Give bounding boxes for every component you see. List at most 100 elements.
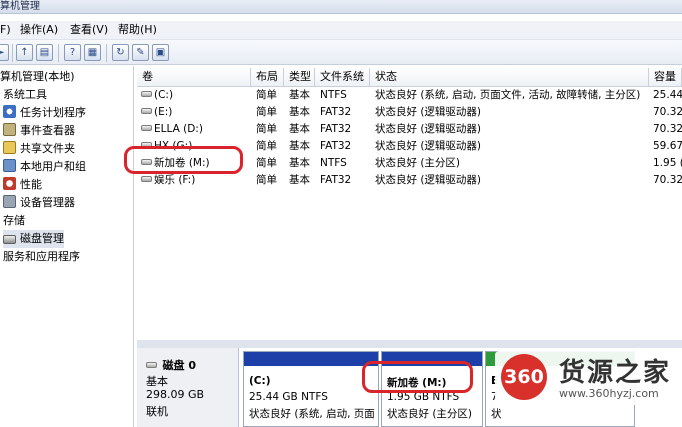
volume-layout: 简单 — [256, 140, 277, 152]
disk-name-text: 磁盘 0 — [162, 359, 196, 372]
volume-layout: 简单 — [256, 89, 277, 101]
tree-item-device-manager[interactable]: 设备管理器 — [3, 194, 75, 212]
watermark: 360 货源之家 www.360hyzj.com — [495, 351, 682, 405]
disk-label[interactable]: 磁盘 0 基本 298.09 GB 联机 — [137, 348, 239, 427]
settings-icon[interactable]: ✎ — [132, 44, 149, 61]
toolbar-separator — [12, 44, 13, 62]
column-header-status[interactable]: 状态 — [370, 68, 649, 87]
tree-label: 共享文件夹 — [20, 142, 75, 155]
up-folder-icon[interactable]: ↑ — [16, 44, 33, 61]
table-row[interactable]: (E:) 简单 基本 FAT32 状态良好 (逻辑驱动器) 70.32 — [137, 104, 682, 121]
tree-item-storage[interactable]: 存储 — [3, 212, 25, 230]
volume-status: 状态良好 (逻辑驱动器) — [375, 123, 482, 135]
volume-capacity: 25.44 — [653, 89, 682, 101]
volume-name: (C:) — [141, 87, 173, 104]
properties-view-icon[interactable]: ▦ — [84, 44, 101, 61]
toolbar: ► ↑ ▤ ? ▦ ↻ ✎ ▣ — [0, 39, 682, 65]
tree-item-system-tools[interactable]: 系统工具 — [3, 86, 47, 104]
volume-capacity: 70.32 — [653, 106, 682, 118]
watermark-url: www.360hyzj.com — [559, 387, 659, 400]
column-header-layout[interactable]: 布局 — [251, 68, 284, 87]
disk-icon — [146, 362, 157, 368]
tree-label: 存储 — [3, 214, 25, 227]
volume-name-text: 娱乐 (F:) — [154, 174, 196, 186]
volume-capacity: 1.95 ( — [653, 157, 682, 169]
partition-c[interactable]: (C:) 25.44 GB NTFS 状态良好 (系统, 启动, 页面 — [243, 351, 379, 427]
partition-status: 状态良好 (主分区) — [387, 408, 473, 420]
volume-type: 基本 — [289, 123, 310, 135]
volume-icon — [141, 91, 152, 97]
volume-filesystem: FAT32 — [320, 106, 352, 118]
tree-item-event-viewer[interactable]: 事件查看器 — [3, 122, 75, 140]
disk-name: 磁盘 0 — [146, 357, 196, 373]
device-manager-icon — [3, 195, 16, 208]
menu-action[interactable]: 操作(A) — [20, 22, 58, 38]
volume-type: 基本 — [289, 140, 310, 152]
volume-layout: 简单 — [256, 106, 277, 118]
table-row[interactable]: (C:) 简单 基本 NTFS 状态良好 (系统, 启动, 页面文件, 活动, … — [137, 87, 682, 104]
volume-type: 基本 — [289, 89, 310, 101]
column-header-capacity[interactable]: 容量 — [649, 68, 682, 87]
volume-icon — [141, 176, 152, 182]
help-icon[interactable]: ? — [64, 44, 81, 61]
refresh-icon[interactable]: ↻ — [112, 44, 129, 61]
tree-item-root[interactable]: 算机管理(本地) — [0, 68, 75, 86]
watermark-name: 货源之家 — [559, 358, 672, 388]
partition-name: (C:) — [249, 375, 271, 387]
tree-label: 设备管理器 — [20, 196, 75, 209]
disk-icon — [3, 235, 16, 244]
table-row[interactable]: ELLA (D:) 简单 基本 FAT32 状态良好 (逻辑驱动器) 70.32 — [137, 121, 682, 138]
menu-help[interactable]: 帮助(H) — [118, 22, 157, 38]
pane-splitter[interactable] — [137, 340, 682, 348]
annotation-highlight-partition — [362, 361, 473, 393]
volume-filesystem: NTFS — [320, 89, 347, 101]
tree-label: 本地用户和组 — [20, 160, 86, 173]
volume-filesystem: NTFS — [320, 157, 347, 169]
show-tree-icon[interactable]: ▤ — [36, 44, 53, 61]
tree-label: 事件查看器 — [20, 124, 75, 137]
tree-label: 服务和应用程序 — [3, 250, 80, 263]
volume-type: 基本 — [289, 106, 310, 118]
menu-file[interactable]: F) — [0, 22, 11, 38]
volume-capacity: 59.67 — [653, 140, 682, 152]
volume-capacity: 70.32 — [653, 174, 682, 186]
forward-icon[interactable]: ► — [0, 44, 9, 61]
table-row[interactable]: 娱乐 (F:) 简单 基本 FAT32 状态良好 (逻辑驱动器) 70.32 — [137, 172, 682, 189]
volume-name-text: (C:) — [154, 89, 174, 101]
tree-item-performance[interactable]: 性能 — [3, 176, 42, 194]
navigation-tree: 算机管理(本地) 系统工具 任务计划程序 事件查看器 共享文件夹 本地用户和组 … — [0, 66, 134, 427]
tree-item-disk-management[interactable]: 磁盘管理 — [3, 230, 64, 248]
tree-label: 系统工具 — [3, 88, 47, 101]
volume-status: 状态良好 (主分区) — [375, 157, 461, 169]
disk-type: 基本 — [146, 375, 168, 388]
volume-icon — [141, 108, 152, 114]
volume-type: 基本 — [289, 174, 310, 186]
volume-filesystem: FAT32 — [320, 174, 352, 186]
users-icon — [3, 159, 16, 172]
volume-name-text: (E:) — [154, 106, 173, 118]
tree-item-task-scheduler[interactable]: 任务计划程序 — [3, 104, 86, 122]
volume-layout: 简单 — [256, 157, 277, 169]
event-log-icon — [3, 123, 16, 136]
tree-item-services[interactable]: 服务和应用程序 — [3, 248, 80, 266]
volume-status: 状态良好 (逻辑驱动器) — [375, 140, 482, 152]
volume-icon — [141, 125, 152, 131]
column-header-volume[interactable]: 卷 — [137, 68, 251, 87]
volume-name-text: ELLA (D:) — [154, 123, 203, 135]
volume-filesystem: FAT32 — [320, 123, 352, 135]
toolbar-separator — [58, 44, 59, 62]
export-icon[interactable]: ▣ — [152, 44, 169, 61]
column-header-type[interactable]: 类型 — [284, 68, 315, 87]
window-title: 算机管理 — [0, 1, 40, 12]
menu-view[interactable]: 查看(V) — [70, 22, 108, 38]
partition-status: 状 — [491, 408, 502, 420]
menu-bar: F) 操作(A) 查看(V) 帮助(H) — [0, 21, 682, 39]
volume-list: 卷 布局 类型 文件系统 状态 容量 (C:) 简单 基本 NTFS 状态良好 … — [137, 68, 682, 340]
disk-size: 298.09 GB — [146, 388, 205, 401]
volume-status: 状态良好 (系统, 启动, 页面文件, 活动, 故障转储, 主分区) — [375, 89, 641, 101]
column-header-filesystem[interactable]: 文件系统 — [315, 68, 370, 87]
tree-label: 任务计划程序 — [20, 106, 86, 119]
tree-item-shared-folders[interactable]: 共享文件夹 — [3, 140, 75, 158]
volume-type: 基本 — [289, 157, 310, 169]
tree-item-local-users[interactable]: 本地用户和组 — [3, 158, 86, 176]
